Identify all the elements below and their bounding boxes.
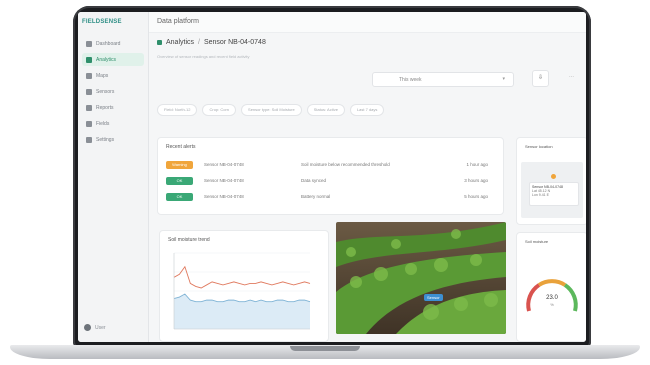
period-select[interactable]: This week ▾ xyxy=(372,72,514,87)
sidebar-item-label: Reports xyxy=(96,104,114,111)
sidebar-item-label: Maps xyxy=(96,72,109,79)
filter-chip[interactable]: Field: North-12 xyxy=(157,104,198,116)
crop-rows-image xyxy=(336,222,506,334)
alert-row[interactable]: OK Sensor NB-04-0748 Data synced 3 hours… xyxy=(166,177,496,186)
period-select-value: This week xyxy=(399,77,422,83)
alert-message: Data synced xyxy=(301,178,327,183)
alert-row[interactable]: Warning Sensor NB-04-0748 Soil moisture … xyxy=(166,161,496,170)
sidebar-item-settings[interactable]: Settings xyxy=(82,133,144,146)
alert-sensor: Sensor NB-04-0748 xyxy=(204,194,244,199)
status-badge: Warning xyxy=(166,161,193,169)
alert-message: Soil moisture below recommended threshol… xyxy=(301,162,390,167)
avatar xyxy=(84,324,91,331)
filter-chip[interactable]: Sensor type: Soil Moisture xyxy=(241,104,302,116)
sidebar-item-label: Dashboard xyxy=(96,40,121,47)
trend-chart xyxy=(173,252,311,330)
analytics-icon xyxy=(86,56,92,63)
gear-icon xyxy=(86,136,92,143)
sidebar-nav: Dashboard Analytics Maps Sensors Reports… xyxy=(78,34,148,149)
field-photo: Sensor xyxy=(336,222,506,334)
export-button[interactable]: ⇩ xyxy=(532,70,549,87)
breadcrumb-separator: / xyxy=(198,39,200,46)
filter-chip[interactable]: Last 7 days xyxy=(349,104,385,116)
status-badge: OK xyxy=(166,177,193,185)
user-menu[interactable]: User xyxy=(84,324,106,331)
filter-chip[interactable]: Crop: Corn xyxy=(202,104,237,116)
series-line xyxy=(173,265,311,289)
sidebar-item-sensors[interactable]: Sensors xyxy=(82,85,144,98)
more-button[interactable]: ⋯ xyxy=(569,74,574,80)
moisture-gauge: 23.0 % xyxy=(526,279,578,312)
download-icon: ⇩ xyxy=(537,75,544,81)
alerts-title: Recent alerts xyxy=(166,144,196,150)
page-subtitle: Overview of sensor readings and recent f… xyxy=(157,54,250,59)
filter-chips: Field: North-12 Crop: Corn Sensor type: … xyxy=(157,104,385,116)
alert-time: 5 hours ago xyxy=(464,194,488,199)
map-card: Sensor location Sensor NB-04-0748 Lat 45… xyxy=(516,137,586,225)
leaf-icon xyxy=(157,40,162,45)
sensor-tag[interactable]: Sensor xyxy=(424,294,443,301)
app-screen: FIELDSENSE Dashboard Analytics Maps Sens… xyxy=(78,12,586,342)
trend-chart-card: Soil moisture trend xyxy=(159,230,329,342)
alert-time: 1 hour ago xyxy=(466,162,488,167)
dashboard-icon xyxy=(86,40,92,47)
alert-time: 3 hours ago xyxy=(464,178,488,183)
report-icon xyxy=(86,104,92,111)
gauge-unit: % xyxy=(550,302,554,307)
main-content: Data platform Analytics / Sensor NB-04-0… xyxy=(149,12,586,342)
sensor-icon xyxy=(86,88,92,95)
filter-chip[interactable]: Status: Active xyxy=(306,104,345,116)
tooltip-line: Lon 9.41 E xyxy=(532,193,549,197)
field-icon xyxy=(86,120,92,127)
user-name: User xyxy=(95,324,106,331)
sidebar-item-label: Settings xyxy=(96,136,115,143)
sidebar-item-fields[interactable]: Fields xyxy=(82,117,144,130)
gauge-value: 23.0 xyxy=(546,295,558,301)
breadcrumb-current: Sensor NB-04-0748 xyxy=(203,39,266,46)
sidebar-item-label: Analytics xyxy=(96,56,117,63)
alert-sensor: Sensor NB-04-0748 xyxy=(204,178,244,183)
app-title: Data platform xyxy=(157,18,200,25)
sensor-marker[interactable] xyxy=(551,174,556,179)
top-bar: Data platform xyxy=(149,12,586,33)
sidebar-item-reports[interactable]: Reports xyxy=(82,101,144,114)
sidebar-item-maps[interactable]: Maps xyxy=(82,69,144,82)
alert-message: Battery normal xyxy=(301,194,331,199)
map-card-title: Sensor location xyxy=(525,144,553,149)
alert-row[interactable]: OK Sensor NB-04-0748 Battery normal 5 ho… xyxy=(166,193,496,202)
breadcrumb-root[interactable]: Analytics xyxy=(166,39,194,46)
alert-sensor: Sensor NB-04-0748 xyxy=(204,162,244,167)
mini-map[interactable]: Sensor NB-04-0748 Lat 45.12 N Lon 9.41 E xyxy=(521,162,583,218)
sidebar: FIELDSENSE Dashboard Analytics Maps Sens… xyxy=(78,12,149,342)
breadcrumb: Analytics / Sensor NB-04-0748 xyxy=(157,39,266,46)
status-badge: OK xyxy=(166,193,193,201)
series-line xyxy=(173,293,311,303)
sidebar-item-analytics[interactable]: Analytics xyxy=(82,53,144,66)
laptop-notch xyxy=(290,346,360,351)
series-area xyxy=(174,294,310,329)
map-tooltip: Sensor NB-04-0748 Lat 45.12 N Lon 9.41 E xyxy=(529,182,579,206)
sidebar-item-label: Fields xyxy=(96,120,110,127)
chevron-down-icon: ▾ xyxy=(502,76,505,82)
gauge-card: Soil moisture 23.0 % xyxy=(516,232,586,342)
map-icon xyxy=(86,72,92,79)
app-logo: FIELDSENSE xyxy=(82,19,122,25)
sidebar-item-dashboard[interactable]: Dashboard xyxy=(82,37,144,50)
alerts-card: Recent alerts Warning Sensor NB-04-0748 … xyxy=(157,137,504,215)
sidebar-item-label: Sensors xyxy=(96,88,115,95)
